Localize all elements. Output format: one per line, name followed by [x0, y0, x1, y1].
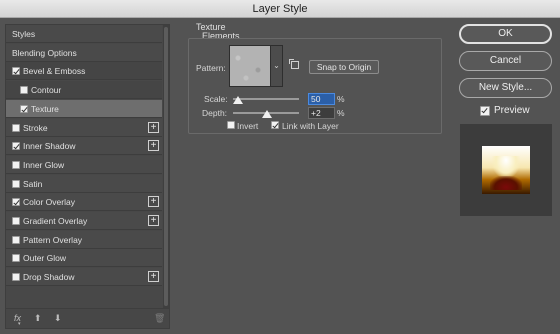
- style-item-outer-glow[interactable]: Outer Glow: [6, 249, 162, 268]
- style-checkbox[interactable]: [12, 142, 20, 151]
- style-item-label: Blending Options: [12, 47, 77, 58]
- style-item-pattern-overlay[interactable]: Pattern Overlay: [6, 230, 162, 249]
- pattern-dropdown[interactable]: ⌄: [271, 45, 283, 87]
- fx-menu-caret-icon: ▾: [18, 321, 21, 327]
- style-checkbox[interactable]: [12, 67, 20, 76]
- style-item-label: Stroke: [23, 122, 48, 133]
- style-item-bevel-emboss[interactable]: Bevel & Emboss: [6, 62, 162, 81]
- style-item-stroke[interactable]: Stroke +: [6, 118, 162, 137]
- link-with-layer-label: Link with Layer: [282, 121, 339, 131]
- style-item-label: Gradient Overlay: [23, 216, 88, 226]
- ok-button[interactable]: OK: [459, 24, 552, 44]
- style-item-label: Texture: [31, 103, 59, 114]
- cancel-button[interactable]: Cancel: [459, 51, 552, 71]
- style-checkbox[interactable]: [12, 235, 20, 244]
- title-bar: Layer Style: [0, 0, 560, 18]
- style-item-label: Inner Shadow: [23, 141, 76, 152]
- pattern-swatch[interactable]: [229, 45, 271, 87]
- add-style-plus-icon[interactable]: +: [148, 121, 159, 133]
- style-item-label: Outer Glow: [23, 253, 66, 264]
- depth-label: Depth:: [202, 108, 228, 118]
- depth-unit: %: [337, 108, 345, 118]
- scale-unit: %: [337, 94, 345, 104]
- style-item-label: Drop Shadow: [23, 272, 75, 283]
- style-checkbox[interactable]: [20, 86, 28, 95]
- style-item-gradient-overlay[interactable]: Gradient Overlay +: [6, 212, 162, 230]
- style-item-contour[interactable]: Contour: [6, 81, 162, 100]
- style-checkbox[interactable]: [12, 179, 20, 188]
- scrollbar-thumb[interactable]: [164, 27, 168, 306]
- style-item-styles[interactable]: Styles: [6, 25, 162, 43]
- add-style-plus-icon[interactable]: +: [148, 140, 159, 152]
- add-style-plus-icon[interactable]: +: [148, 196, 159, 208]
- style-checkbox[interactable]: [12, 123, 20, 132]
- preview-checkbox[interactable]: [480, 106, 490, 116]
- style-item-inner-glow[interactable]: Inner Glow: [6, 155, 162, 174]
- scale-label: Scale:: [204, 94, 228, 104]
- arrow-up-icon[interactable]: ⬆: [34, 313, 42, 324]
- pattern-label: Pattern:: [196, 63, 226, 73]
- style-checkbox[interactable]: [12, 217, 20, 225]
- new-style-button[interactable]: New Style...: [459, 78, 552, 98]
- invert-label: Invert: [237, 121, 259, 131]
- style-item-label: Pattern Overlay: [23, 234, 83, 245]
- style-item-inner-shadow[interactable]: Inner Shadow +: [6, 137, 162, 156]
- trash-icon[interactable]: 🗑: [154, 313, 165, 324]
- invert-checkbox[interactable]: [227, 121, 235, 129]
- styles-bottom-bar: fx ▾ ⬆ ⬇ 🗑: [6, 308, 169, 328]
- scale-slider-track[interactable]: [233, 98, 299, 100]
- style-item-label: Color Overlay: [23, 197, 75, 208]
- style-item-label: Contour: [31, 85, 62, 96]
- link-with-layer-checkbox[interactable]: [271, 121, 279, 129]
- style-checkbox[interactable]: [12, 160, 20, 169]
- style-item-label: Bevel & Emboss: [23, 66, 86, 77]
- styles-panel: Styles Blending Options Bevel & Emboss Cont…: [5, 24, 170, 329]
- depth-input[interactable]: +2: [308, 107, 335, 119]
- add-style-plus-icon[interactable]: +: [148, 271, 159, 283]
- preview-image: [482, 146, 530, 194]
- styles-list: Styles Blending Options Bevel & Emboss Cont…: [6, 25, 169, 308]
- style-checkbox[interactable]: [20, 104, 28, 113]
- style-checkbox[interactable]: [12, 198, 20, 207]
- style-item-satin[interactable]: Satin: [6, 174, 162, 193]
- style-checkbox[interactable]: [12, 254, 20, 263]
- add-style-plus-icon[interactable]: +: [148, 215, 159, 226]
- style-item-color-overlay[interactable]: Color Overlay +: [6, 193, 162, 212]
- chevron-down-icon: ⌄: [273, 61, 280, 70]
- style-item-texture[interactable]: Texture: [6, 99, 162, 118]
- preview-thumbnail: [460, 124, 552, 216]
- arrow-down-icon[interactable]: ⬇: [54, 313, 62, 324]
- style-checkbox[interactable]: [12, 273, 20, 282]
- scale-slider-thumb[interactable]: [232, 96, 243, 104]
- style-item-label: Inner Glow: [23, 159, 65, 170]
- preview-label: Preview: [494, 105, 530, 116]
- elements-group: [188, 38, 442, 134]
- styles-scrollbar[interactable]: [163, 25, 169, 308]
- scale-input[interactable]: 50: [308, 93, 335, 105]
- new-preset-icon[interactable]: [289, 59, 299, 69]
- window-title: Layer Style: [252, 3, 308, 15]
- style-item-drop-shadow[interactable]: Drop Shadow +: [6, 268, 162, 287]
- style-item-blending-options[interactable]: Blending Options: [6, 43, 162, 62]
- style-item-label: Satin: [23, 178, 43, 189]
- snap-to-origin-button[interactable]: Snap to Origin: [309, 60, 379, 74]
- depth-slider-thumb[interactable]: [261, 110, 272, 118]
- style-item-label: Styles: [12, 29, 36, 39]
